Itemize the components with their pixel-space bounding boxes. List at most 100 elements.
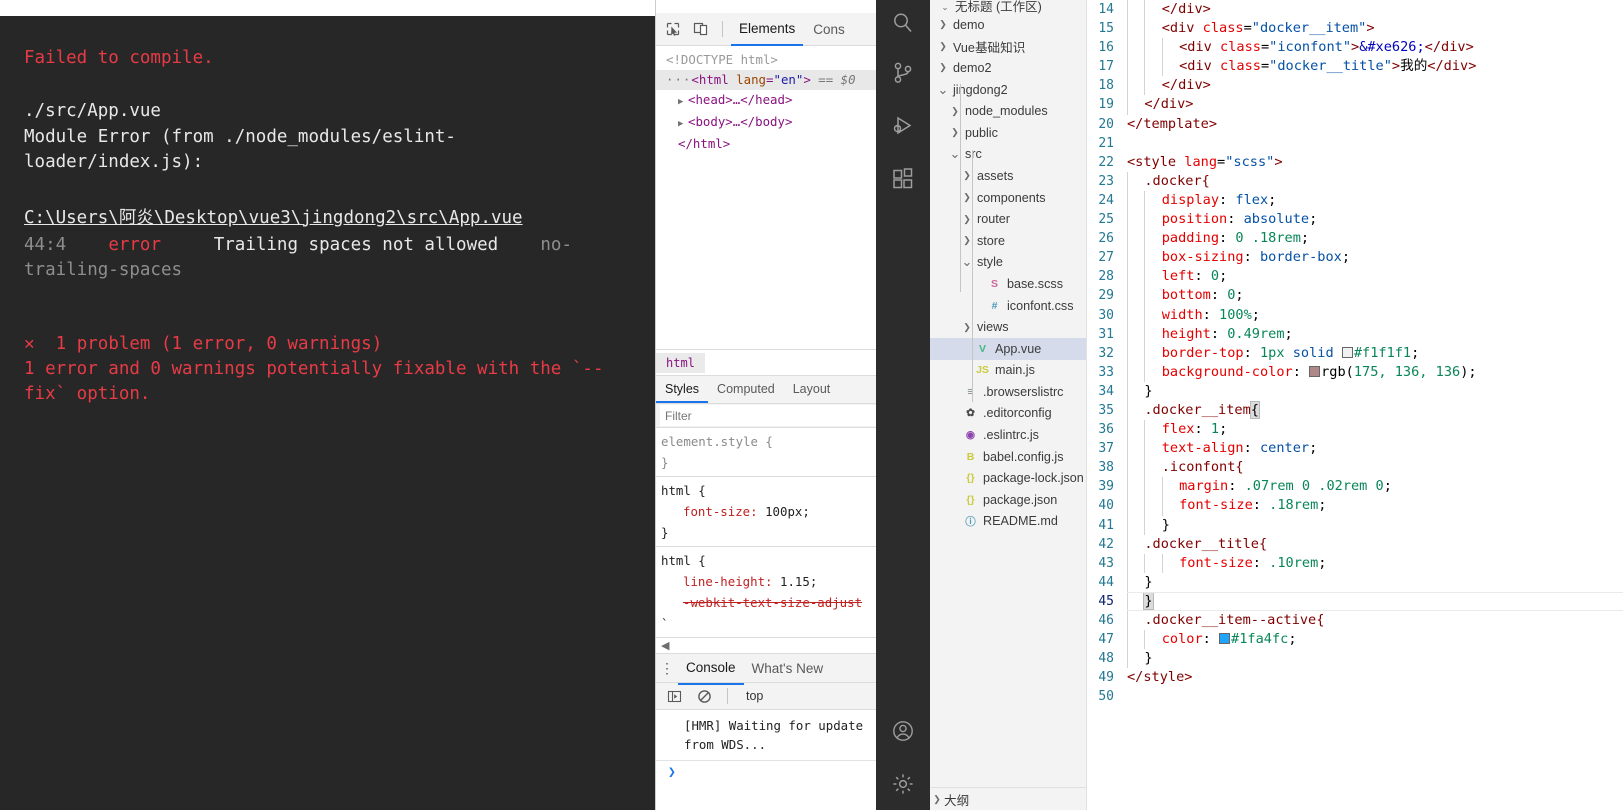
tree-item--editorconfig[interactable]: ✿ .editorconfig: [930, 403, 1086, 425]
code-line-text[interactable]: }: [1127, 572, 1623, 592]
code-line-text[interactable]: .docker__item--active{: [1127, 611, 1623, 631]
code-line-text[interactable]: height: 0.49rem;: [1127, 324, 1623, 344]
code-line[interactable]: 15 <div class="docker__item">: [1087, 19, 1623, 39]
code-line[interactable]: 37 text-align: center;: [1087, 439, 1623, 459]
console-context-selector[interactable]: top: [738, 689, 763, 703]
css-rule-element-style[interactable]: element.style { }: [656, 428, 876, 477]
tree-item-public[interactable]: ❯ public: [930, 122, 1086, 144]
chevron-down-icon[interactable]: ⌄: [936, 82, 950, 98]
code-line-text[interactable]: box-sizing: border-box;: [1127, 248, 1623, 268]
tree-item-src[interactable]: ⌄ src: [930, 144, 1086, 166]
chevron-right-icon[interactable]: ❯: [936, 19, 950, 30]
dom-head-node[interactable]: ▶ <head>…</head>: [656, 90, 876, 112]
code-line[interactable]: 45 }: [1087, 591, 1623, 611]
code-line-text[interactable]: </style>: [1127, 668, 1623, 687]
styles-filter-input[interactable]: [660, 405, 876, 426]
code-line[interactable]: 21: [1087, 134, 1623, 153]
chevron-right-icon[interactable]: ❯: [930, 794, 944, 805]
tree-item-style[interactable]: ⌄ style: [930, 252, 1086, 274]
code-line[interactable]: 31 height: 0.49rem;: [1087, 324, 1623, 344]
tree-item-router[interactable]: ❯ router: [930, 208, 1086, 230]
code-line[interactable]: 18 </div>: [1087, 76, 1623, 96]
settings-gear-icon[interactable]: [876, 757, 930, 810]
tree-item-babel-config-js[interactable]: Bbabel.config.js: [930, 446, 1086, 468]
dom-breadcrumb[interactable]: html: [656, 349, 876, 376]
rule-declaration[interactable]: line-height: 1.15;: [661, 571, 876, 592]
outline-section-header[interactable]: ❯ 大纲: [930, 787, 1086, 810]
search-icon[interactable]: [876, 0, 930, 46]
code-line[interactable]: 47 color: #1fa4fc;: [1087, 630, 1623, 650]
code-line-text[interactable]: }: [1127, 515, 1623, 535]
file-tree[interactable]: ❯ demo ❯ Vue基础知识 ❯ demo2 ⌄ jingdong2 ❯ node_modul…: [930, 14, 1086, 532]
code-line[interactable]: 36 flex: 1;: [1087, 420, 1623, 440]
tab-elements[interactable]: Elements: [731, 13, 804, 46]
code-line[interactable]: 29 bottom: 0;: [1087, 286, 1623, 306]
code-line[interactable]: 30 width: 100%;: [1087, 305, 1623, 325]
tree-item-vue-[interactable]: ❯ Vue基础知识: [930, 36, 1086, 58]
code-line[interactable]: 26 padding: 0 .18rem;: [1087, 229, 1623, 249]
tree-item-readme-md[interactable]: ⓘ README.md: [930, 511, 1086, 533]
expand-triangle-icon[interactable]: ▶: [678, 114, 688, 134]
tree-item--browserslistrc[interactable]: ≡ .browserslistrc: [930, 381, 1086, 403]
dom-tree[interactable]: <!DOCTYPE html> ···<html lang="en"> == $…: [656, 46, 876, 349]
tab-layout[interactable]: Layout: [784, 376, 840, 403]
code-line-text[interactable]: <div class="docker__item">: [1127, 19, 1623, 39]
tree-item-iconfont-css[interactable]: # iconfont.css: [930, 295, 1086, 317]
code-line[interactable]: 38 .iconfont{: [1087, 458, 1623, 478]
tab-console-top[interactable]: Cons: [805, 14, 853, 45]
code-line-text[interactable]: text-align: center;: [1127, 439, 1623, 459]
chevron-right-icon[interactable]: ❯: [936, 41, 950, 52]
code-line-text[interactable]: .iconfont{: [1127, 458, 1623, 478]
code-line-text[interactable]: background-color: rgb(175, 136, 136);: [1127, 362, 1623, 382]
code-line[interactable]: 24 display: flex;: [1087, 190, 1623, 211]
tree-item-app-vue[interactable]: V App.vue: [930, 337, 1086, 360]
code-line-text[interactable]: </div>: [1127, 76, 1623, 96]
code-line[interactable]: 14 </div>: [1087, 0, 1623, 20]
tree-item-demo[interactable]: ❯ demo: [930, 14, 1086, 36]
code-line-text[interactable]: flex: 1;: [1127, 420, 1623, 440]
color-swatch[interactable]: [1219, 633, 1231, 645]
tab-computed[interactable]: Computed: [708, 376, 784, 403]
code-line-text[interactable]: left: 0;: [1127, 267, 1623, 287]
breadcrumb-html[interactable]: html: [656, 352, 705, 373]
code-line[interactable]: 50: [1087, 687, 1623, 706]
chevron-down-icon[interactable]: ⌄: [938, 1, 952, 13]
tree-item-components[interactable]: ❯ components: [930, 187, 1086, 209]
tree-item--eslintrc-js[interactable]: ◉ .eslintrc.js: [930, 424, 1086, 446]
tree-item-main-js[interactable]: JS main.js: [930, 360, 1086, 382]
code-line[interactable]: 40 font-size: .18rem;: [1087, 496, 1623, 516]
dom-html-node[interactable]: ···<html lang="en"> == $0: [656, 70, 876, 90]
code-line-text[interactable]: }: [1127, 649, 1623, 669]
code-line-text[interactable]: <div class="iconfont">&#xe626;</div>: [1127, 38, 1623, 58]
code-line[interactable]: 27 box-sizing: border-box;: [1087, 248, 1623, 268]
rule-declaration-struck[interactable]: -webkit-text-size-adjust: [661, 592, 876, 613]
tree-item-package-json[interactable]: {} package.json: [930, 489, 1086, 511]
tree-item-package-lock-json[interactable]: {} package-lock.json: [930, 467, 1086, 489]
code-line-text[interactable]: .docker__item{: [1127, 400, 1623, 421]
code-line-text[interactable]: [1127, 687, 1623, 706]
code-line[interactable]: 25 position: absolute;: [1087, 210, 1623, 230]
code-line-text[interactable]: <div class="docker__title">我的</div>: [1127, 57, 1623, 77]
tree-item-store[interactable]: ❯ store: [930, 230, 1086, 252]
code-lines[interactable]: 14 </div> 15 <div class="docker__item"> 16…: [1087, 0, 1623, 706]
more-options-icon[interactable]: ⋮: [656, 661, 678, 675]
code-line[interactable]: 32 border-top: 1px solid #f1f1f1;: [1087, 343, 1623, 363]
code-line[interactable]: 42 .docker__title{: [1087, 534, 1623, 554]
tab-whats-new[interactable]: What's New: [744, 653, 832, 684]
css-rule-html-1[interactable]: html { font-size: 100px; }: [656, 477, 876, 547]
code-line[interactable]: 22 <style lang="scss">: [1087, 153, 1623, 172]
tree-item-base-scss[interactable]: Sbase.scss: [930, 273, 1086, 295]
code-line-text[interactable]: font-size: .18rem;: [1127, 496, 1623, 516]
code-line-text[interactable]: .docker{: [1127, 171, 1623, 191]
accounts-icon[interactable]: [876, 704, 930, 757]
code-line-text[interactable]: </div>: [1127, 0, 1623, 20]
console-input-prompt[interactable]: ❯: [656, 761, 876, 780]
console-sidebar-icon[interactable]: [661, 684, 687, 708]
code-line-text[interactable]: }: [1127, 381, 1623, 401]
code-line[interactable]: 34 }: [1087, 381, 1623, 401]
code-line-text[interactable]: width: 100%;: [1127, 305, 1623, 325]
chevron-right-icon[interactable]: ❯: [936, 62, 950, 73]
code-line-text[interactable]: </div>: [1127, 95, 1623, 115]
code-line-text[interactable]: [1127, 134, 1623, 153]
code-line[interactable]: 17 <div class="docker__title">我的</div>: [1087, 57, 1623, 77]
